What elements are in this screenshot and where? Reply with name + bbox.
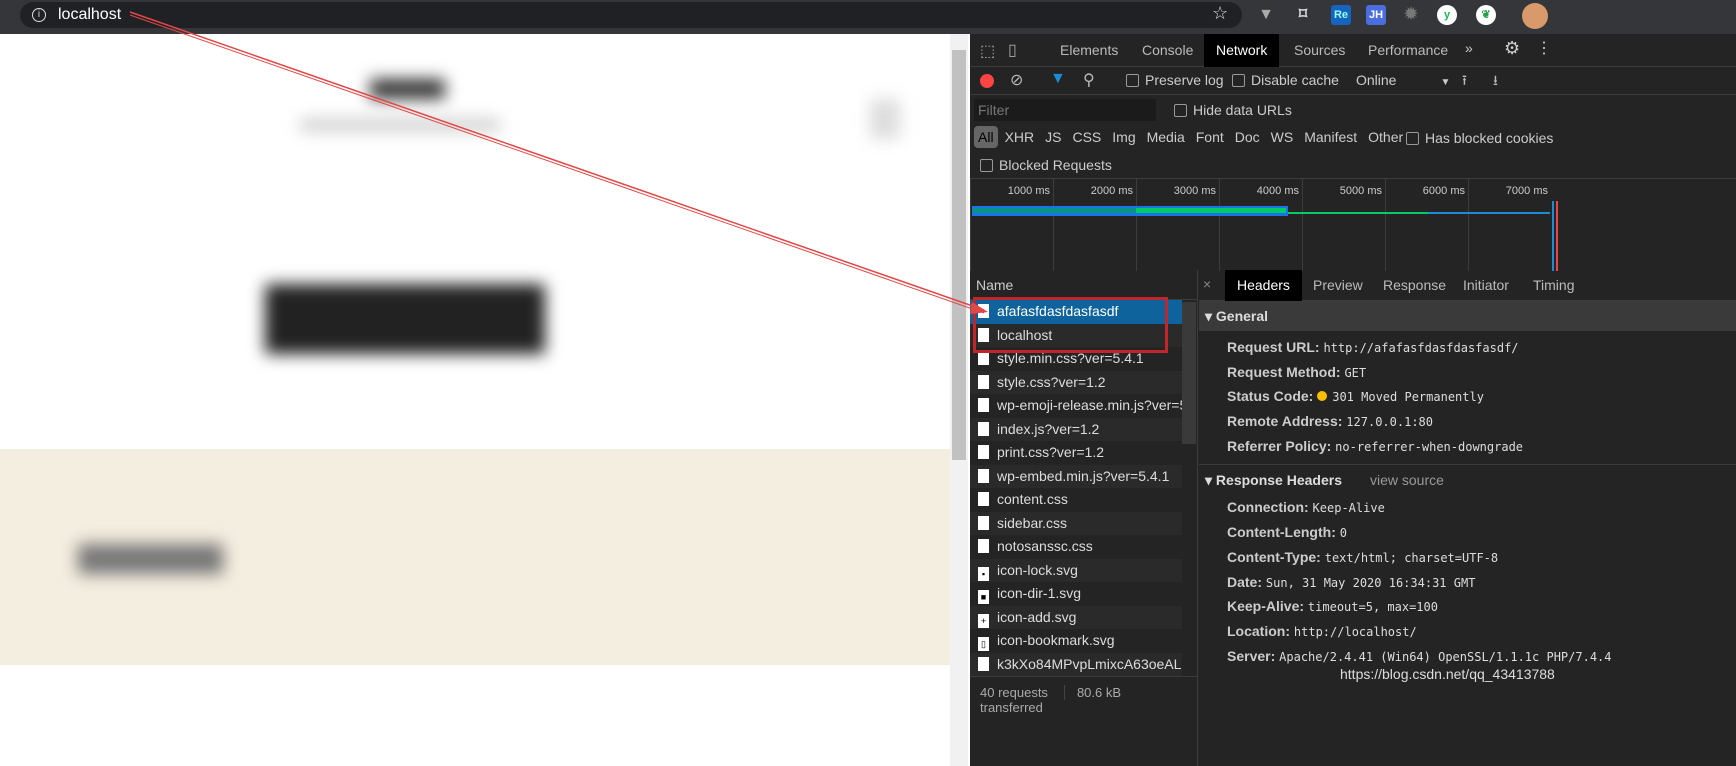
annotation-arrow: [129, 11, 988, 314]
